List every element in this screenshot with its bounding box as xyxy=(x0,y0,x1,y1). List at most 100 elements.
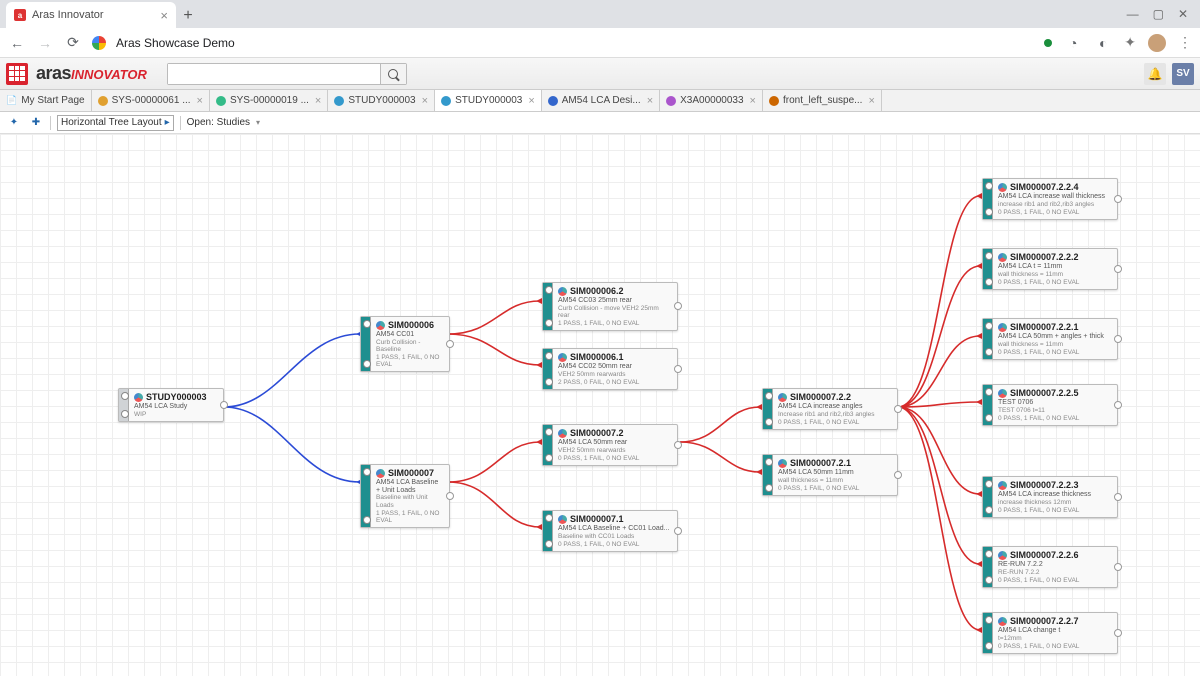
output-port[interactable] xyxy=(446,340,454,348)
output-port[interactable] xyxy=(674,527,682,535)
minimize-icon[interactable]: — xyxy=(1127,7,1139,21)
close-icon[interactable]: × xyxy=(422,95,428,107)
node-sim[interactable]: SIM000006.2 AM54 CC03 25mm rear Curb Col… xyxy=(542,282,678,331)
maximize-icon[interactable]: ▢ xyxy=(1153,7,1164,21)
user-badge[interactable]: SV xyxy=(1172,63,1194,85)
node-detail: TEST 0706 t=11 xyxy=(998,407,1112,414)
node-sim[interactable]: SIM000007 AM54 LCA Baseline + Unit Loads… xyxy=(360,464,450,528)
extension-icon[interactable]: ◐ xyxy=(1094,35,1112,51)
output-port[interactable] xyxy=(894,471,902,479)
browser-menu-icon[interactable]: ⋮ xyxy=(1178,34,1192,51)
tab-label: STUDY000003 xyxy=(348,95,415,106)
output-port[interactable] xyxy=(1114,195,1122,203)
close-icon[interactable]: × xyxy=(528,95,534,107)
node-status: 0 PASS, 1 FAIL, 0 NO EVAL xyxy=(778,485,892,492)
node-sim[interactable]: SIM000007.2.2.6 RE-RUN 7.2.2 RE-RUN 7.2.… xyxy=(982,546,1118,588)
layout-select[interactable]: Horizontal Tree Layout ▸ xyxy=(57,115,174,131)
browser-tab[interactable]: a Aras Innovator × xyxy=(6,2,176,28)
close-icon[interactable]: × xyxy=(315,95,321,107)
node-sim[interactable]: SIM000007.1 AM54 LCA Baseline + CC01 Loa… xyxy=(542,510,678,552)
output-port[interactable] xyxy=(674,441,682,449)
sim-icon xyxy=(998,183,1007,192)
app-tab[interactable]: SYS-00000061 ... × xyxy=(92,90,210,111)
close-icon[interactable]: × xyxy=(197,95,203,107)
node-sim[interactable]: SIM000007.2.2.4 AM54 LCA increase wall t… xyxy=(982,178,1118,220)
output-port[interactable] xyxy=(1114,493,1122,501)
node-status: 1 PASS, 1 FAIL, 0 NO EVAL xyxy=(558,320,672,327)
node-study[interactable]: STUDY000003 AM54 LCA Study WIP xyxy=(118,388,224,422)
app-tab[interactable]: X3A00000033× xyxy=(660,90,763,111)
search-button[interactable] xyxy=(380,64,406,84)
node-sim[interactable]: SIM000007.2.2.5 TEST 0706 TEST 0706 t=11… xyxy=(982,384,1118,426)
profile-avatar[interactable] xyxy=(1148,34,1166,52)
node-subtitle: AM54 LCA Study xyxy=(134,403,218,411)
app-tab[interactable]: AM54 LCA Desi... × xyxy=(542,90,660,111)
output-port[interactable] xyxy=(446,492,454,500)
output-port[interactable] xyxy=(1114,401,1122,409)
node-sim[interactable]: SIM000007.2.2 AM54 LCA increase angles I… xyxy=(762,388,898,430)
node-status: 0 PASS, 1 FAIL, 0 NO EVAL xyxy=(558,541,672,548)
node-subtitle: AM54 LCA 50mm rear xyxy=(558,439,672,447)
sim-icon xyxy=(376,321,385,330)
output-port[interactable] xyxy=(674,365,682,373)
output-port[interactable] xyxy=(1114,335,1122,343)
node-sim[interactable]: SIM000006.1 AM54 CC02 50mm rear VEH2 50m… xyxy=(542,348,678,390)
node-id: SIM000007.2.2.2 xyxy=(1010,252,1079,262)
node-detail: wall thickness = 11mm xyxy=(778,477,892,484)
output-port[interactable] xyxy=(1114,265,1122,273)
close-icon[interactable]: × xyxy=(750,95,756,107)
node-id: SIM000007.1 xyxy=(570,514,624,524)
close-icon[interactable]: × xyxy=(868,95,874,107)
open-mode-label[interactable]: Open: Studies xyxy=(187,117,250,128)
tab-label: AM54 LCA Desi... xyxy=(562,95,641,106)
tab-type-icon xyxy=(334,96,344,106)
back-icon[interactable]: ← xyxy=(8,35,26,51)
output-port[interactable] xyxy=(1114,563,1122,571)
close-icon[interactable]: × xyxy=(160,8,168,23)
layout-select-label: Horizontal Tree Layout xyxy=(61,117,162,128)
extension-icon[interactable]: ◔ xyxy=(1064,35,1082,51)
node-detail: Curb Collision - move VEH2 25mm rear xyxy=(558,305,672,319)
browser-tab-title: Aras Innovator xyxy=(32,9,104,21)
search-icon xyxy=(388,69,398,79)
app-tab[interactable]: 📄My Start Page xyxy=(0,90,92,111)
node-status: 0 PASS, 1 FAIL, 0 NO EVAL xyxy=(998,507,1112,514)
extensions-icon[interactable]: ✦ xyxy=(1124,34,1136,51)
forward-icon[interactable]: → xyxy=(36,35,54,51)
node-sim[interactable]: SIM000007.2.2.1 AM54 LCA 50mm + angles +… xyxy=(982,318,1118,360)
sim-icon xyxy=(558,515,567,524)
output-port[interactable] xyxy=(674,302,682,310)
app-tab[interactable]: SYS-00000019 ...× xyxy=(210,90,328,111)
tree-canvas[interactable]: STUDY000003 AM54 LCA Study WIP SIM000006… xyxy=(0,134,1200,676)
node-subtitle: AM54 LCA increase wall thickness xyxy=(998,193,1112,201)
collapse-tree-icon[interactable]: ✚ xyxy=(28,115,44,131)
app-logo-icon[interactable] xyxy=(6,63,28,85)
node-sim[interactable]: SIM000007.2.1 AM54 LCA 50mm 11mm wall th… xyxy=(762,454,898,496)
close-icon[interactable]: × xyxy=(647,95,653,107)
tab-label: SYS-00000061 ... xyxy=(112,95,191,106)
output-port[interactable] xyxy=(220,401,228,409)
reload-icon[interactable]: ⟳ xyxy=(64,34,82,51)
expand-tree-icon[interactable]: ✦ xyxy=(6,115,22,131)
chevron-down-icon: ▸ xyxy=(165,117,170,128)
node-sim[interactable]: SIM000007.2 AM54 LCA 50mm rear VEH2 50mm… xyxy=(542,424,678,466)
node-sim[interactable]: SIM000007.2.2.2 AM54 LCA t = 11mm wall t… xyxy=(982,248,1118,290)
node-sim[interactable]: SIM000006 AM54 CC01 Curb Collision - Bas… xyxy=(360,316,450,372)
sim-icon xyxy=(998,323,1007,332)
output-port[interactable] xyxy=(1114,629,1122,637)
chevron-down-icon: ▾ xyxy=(256,118,260,127)
close-window-icon[interactable]: ✕ xyxy=(1178,7,1188,21)
node-subtitle: AM54 LCA Baseline + CC01 Load... xyxy=(558,525,672,533)
search-input[interactable] xyxy=(168,64,380,84)
output-port[interactable] xyxy=(894,405,902,413)
node-id: SIM000006 xyxy=(388,320,434,330)
address-text[interactable]: Aras Showcase Demo xyxy=(116,36,235,50)
extension-status-icon[interactable] xyxy=(1044,39,1052,47)
app-tab[interactable]: STUDY000003 × xyxy=(328,90,435,111)
node-sim[interactable]: SIM000007.2.2.3 AM54 LCA increase thickn… xyxy=(982,476,1118,518)
new-tab-button[interactable]: + xyxy=(176,4,200,28)
app-tab[interactable]: STUDY000003× xyxy=(435,90,542,111)
notifications-button[interactable]: 🔔 xyxy=(1144,63,1166,85)
app-tab[interactable]: front_left_suspe...× xyxy=(763,90,882,111)
node-sim[interactable]: SIM000007.2.2.7 AM54 LCA change t t=12mm… xyxy=(982,612,1118,654)
